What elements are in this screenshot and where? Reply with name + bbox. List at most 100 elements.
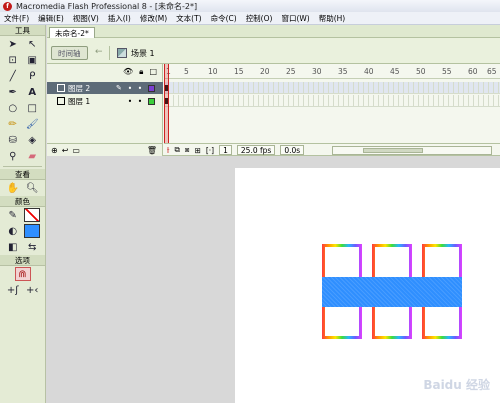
text-tool-icon[interactable]: A (24, 85, 40, 99)
insert-layer-icon[interactable]: ⊕ (51, 146, 58, 155)
oval-tool-icon[interactable]: ○ (5, 101, 21, 115)
stroke-color-icon[interactable]: ✎ (5, 208, 21, 222)
stroke-none-swatch-icon[interactable] (24, 208, 41, 222)
scrollbar-thumb[interactable] (363, 148, 423, 153)
frame-rate-field[interactable]: 25.0 fps (236, 145, 276, 155)
smooth-icon[interactable]: +ʃ (5, 283, 21, 297)
ruler-label: 65 (487, 67, 497, 76)
frame-footer: ⫲ ⧉ ⧈ ⊞ [·] 1 25.0 fps 0.0s (164, 143, 500, 156)
view-section-label: 查看 (0, 169, 45, 180)
ruler-label: 40 (364, 67, 374, 76)
flash-logo-icon: f (3, 1, 12, 11)
free-transform-icon[interactable]: ⊡ (5, 53, 21, 67)
pencil-tool-icon[interactable]: ✏ (5, 117, 21, 131)
ruler-label: 30 (312, 67, 322, 76)
scene-name: 场景 1 (131, 49, 155, 58)
rectangle-tool-icon[interactable]: □ (24, 101, 40, 115)
line-tool-icon[interactable]: ╱ (5, 69, 21, 83)
playhead[interactable] (164, 64, 169, 143)
timeline-toggle-button[interactable]: 时间轴 (51, 46, 88, 60)
frames-area: 1 5 10 15 20 25 30 35 40 45 50 55 60 65 … (164, 64, 500, 156)
center-frame-icon[interactable]: ⫲ (167, 145, 169, 155)
lock-all-icon[interactable]: 🔒︎ (139, 67, 143, 77)
layer-icon (57, 84, 65, 92)
fill-color-icon[interactable]: ◐ (5, 224, 21, 238)
tools-row-4: ✒ A (0, 84, 45, 100)
zoom-tool-icon[interactable]: 🔍︎ (24, 181, 40, 195)
selection-arrow-icon[interactable]: ➤ (5, 37, 21, 51)
swap-colors-icon[interactable]: ⇆ (24, 240, 40, 254)
tools-row-view: ✋ 🔍︎ (0, 180, 45, 196)
ruler-label: 5 (184, 67, 189, 76)
lock-dot[interactable]: • (135, 84, 145, 93)
ruler-label: 15 (234, 67, 244, 76)
menu-control[interactable]: 控制(O) (246, 13, 273, 24)
tools-row-1: ➤ ↖ (0, 36, 45, 52)
ruler-label: 10 (208, 67, 218, 76)
eraser-icon[interactable]: ▰ (24, 149, 40, 163)
fill-transform-icon[interactable]: ▣ (24, 53, 40, 67)
menu-edit[interactable]: 编辑(E) (38, 13, 64, 24)
menu-modify[interactable]: 修改(M) (140, 13, 167, 24)
edit-bar-divider (109, 46, 110, 60)
add-motion-guide-icon[interactable]: ↩ (62, 146, 69, 155)
menu-bar: 文件(F) 编辑(E) 视图(V) 插入(I) 修改(M) 文本(T) 命令(C… (0, 12, 500, 25)
outline-all-icon[interactable]: □ (149, 67, 157, 76)
layer-row-1[interactable]: 图层 1 • • (47, 95, 163, 107)
ruler-label: 55 (442, 67, 452, 76)
lasso-tool-icon[interactable]: ᑭ (24, 69, 40, 83)
hand-tool-icon[interactable]: ✋ (5, 181, 21, 195)
menu-commands[interactable]: 命令(C) (211, 13, 237, 24)
onion-skin-icon[interactable]: ⧉ (174, 145, 179, 155)
subselection-arrow-icon[interactable]: ↖ (24, 37, 40, 51)
frame-ruler: 1 5 10 15 20 25 30 35 40 45 50 55 60 65 (164, 64, 500, 79)
layer-row-2[interactable]: 图层 2 ✎ • • (47, 82, 163, 94)
black-white-icon[interactable]: ◧ (5, 240, 21, 254)
visibility-dot[interactable]: • (125, 97, 135, 106)
insert-folder-icon[interactable]: ▭ (72, 146, 80, 155)
menu-help[interactable]: 帮助(H) (319, 13, 346, 24)
onion-markers-icon[interactable]: [·] (206, 146, 214, 155)
back-arrow-icon[interactable]: ← (95, 47, 103, 57)
frame-row-layer-2[interactable] (164, 82, 500, 94)
ruler-label: 35 (338, 67, 348, 76)
menu-insert[interactable]: 插入(I) (108, 13, 131, 24)
drawn-shape-group[interactable] (322, 244, 462, 339)
document-tab[interactable]: 未命名-2* (49, 27, 95, 38)
tools-row-8: ⚲ ▰ (0, 148, 45, 164)
ink-bottle-icon[interactable]: ⛁ (5, 133, 21, 147)
tools-row-5: ○ □ (0, 100, 45, 116)
edit-multiple-frames-icon[interactable]: ⊞ (195, 146, 201, 155)
menu-text[interactable]: 文本(T) (176, 13, 201, 24)
tools-row-options: ⋒ (0, 266, 45, 282)
timeline-scrollbar[interactable] (332, 146, 492, 155)
frame-row-layer-1[interactable] (164, 95, 500, 107)
ruler-label: 60 (468, 67, 478, 76)
edit-bar: 时间轴 ← 场景 1 (47, 38, 500, 64)
pen-tool-icon[interactable]: ✒ (5, 85, 21, 99)
visibility-dot[interactable]: • (125, 84, 135, 93)
layer-outline-color-swatch[interactable] (148, 84, 155, 92)
title-bar: f Macromedia Flash Professional 8 - [未命名… (0, 0, 500, 12)
blue-bar-shape[interactable] (322, 277, 462, 307)
straighten-icon[interactable]: +‹ (24, 283, 40, 297)
tools-panel: 工具 ➤ ↖ ⊡ ▣ ╱ ᑭ ✒ A ○ □ ✏ 🖌 ⛁ ◈ ⚲ ▰ 查看 ✋ … (0, 25, 46, 403)
show-hide-eye-icon[interactable]: 👁︎ (123, 67, 133, 76)
menu-file[interactable]: 文件(F) (4, 13, 29, 24)
current-frame-field: 1 (219, 145, 232, 155)
eyedropper-icon[interactable]: ⚲ (5, 149, 21, 163)
menu-view[interactable]: 视图(V) (73, 13, 99, 24)
delete-layer-icon[interactable]: 🗑︎ (147, 146, 157, 155)
tools-row-2: ⊡ ▣ (0, 52, 45, 68)
paint-bucket-icon[interactable]: ◈ (24, 133, 40, 147)
tools-separator (3, 166, 42, 167)
onion-outline-icon[interactable]: ⧈ (185, 145, 190, 155)
brush-tool-icon[interactable]: 🖌 (24, 117, 40, 131)
tools-row-7: ⛁ ◈ (0, 132, 45, 148)
fill-swatch-icon[interactable] (24, 224, 41, 238)
stage[interactable]: Baidu 经验 (235, 168, 500, 403)
snap-magnet-icon[interactable]: ⋒ (14, 267, 31, 281)
lock-dot[interactable]: • (135, 97, 145, 106)
layer-outline-color-swatch[interactable] (148, 97, 155, 105)
menu-window[interactable]: 窗口(W) (281, 13, 309, 24)
